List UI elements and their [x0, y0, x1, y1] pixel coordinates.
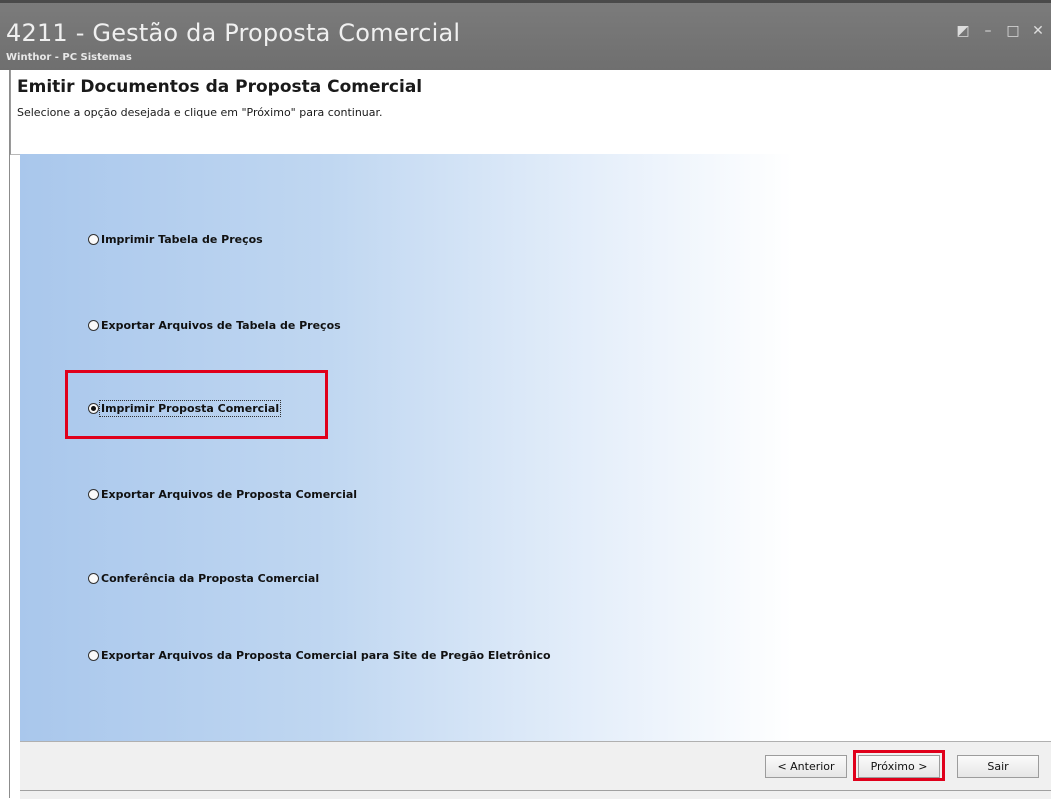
back-button[interactable]: < Anterior [765, 755, 847, 778]
page-title: Emitir Documentos da Proposta Comercial [17, 77, 423, 97]
page-instruction: Selecione a opção desejada e clique em "… [17, 106, 383, 119]
wizard-header: Emitir Documentos da Proposta Comercial … [10, 70, 1051, 155]
option-exportar-arquivos-tabela-precos[interactable]: Exportar Arquivos de Tabela de Preços [88, 316, 341, 334]
option-label[interactable]: Exportar Arquivos da Proposta Comercial … [101, 649, 551, 662]
exit-button[interactable]: Sair [957, 755, 1039, 778]
restore-icon[interactable]: ◩ [955, 23, 971, 39]
minimize-icon[interactable]: – [980, 23, 996, 39]
footer-bottom-line [20, 790, 1051, 791]
option-exportar-arquivos-proposta[interactable]: Exportar Arquivos de Proposta Comercial [88, 485, 357, 503]
left-frame-line [9, 70, 10, 798]
radio-button[interactable] [88, 649, 99, 661]
option-label[interactable]: Imprimir Tabela de Preços [101, 233, 263, 246]
highlight-box-option [65, 370, 328, 439]
maximize-icon[interactable]: □ [1005, 23, 1021, 39]
option-label[interactable]: Exportar Arquivos de Tabela de Preços [101, 319, 341, 332]
radio-button[interactable] [88, 488, 99, 500]
option-imprimir-tabela-precos[interactable]: Imprimir Tabela de Preços [88, 230, 263, 248]
radio-button[interactable] [88, 233, 99, 245]
application-window: 4211 - Gestão da Proposta Comercial Wint… [0, 0, 1051, 799]
highlight-box-next [853, 750, 945, 781]
option-conferencia-proposta[interactable]: Conferência da Proposta Comercial [88, 569, 319, 587]
options-panel: Imprimir Tabela de Preços Exportar Arqui… [20, 154, 1051, 741]
window-subtitle: Winthor - PC Sistemas [6, 52, 132, 63]
title-bar[interactable]: 4211 - Gestão da Proposta Comercial Wint… [0, 0, 1051, 70]
option-exportar-site-pregao[interactable]: Exportar Arquivos da Proposta Comercial … [88, 646, 551, 664]
option-label[interactable]: Conferência da Proposta Comercial [101, 572, 319, 585]
option-label[interactable]: Exportar Arquivos de Proposta Comercial [101, 488, 357, 501]
radio-button[interactable] [88, 319, 99, 331]
window-title: 4211 - Gestão da Proposta Comercial [6, 19, 461, 47]
radio-button[interactable] [88, 572, 99, 584]
close-icon[interactable]: ✕ [1030, 23, 1046, 39]
